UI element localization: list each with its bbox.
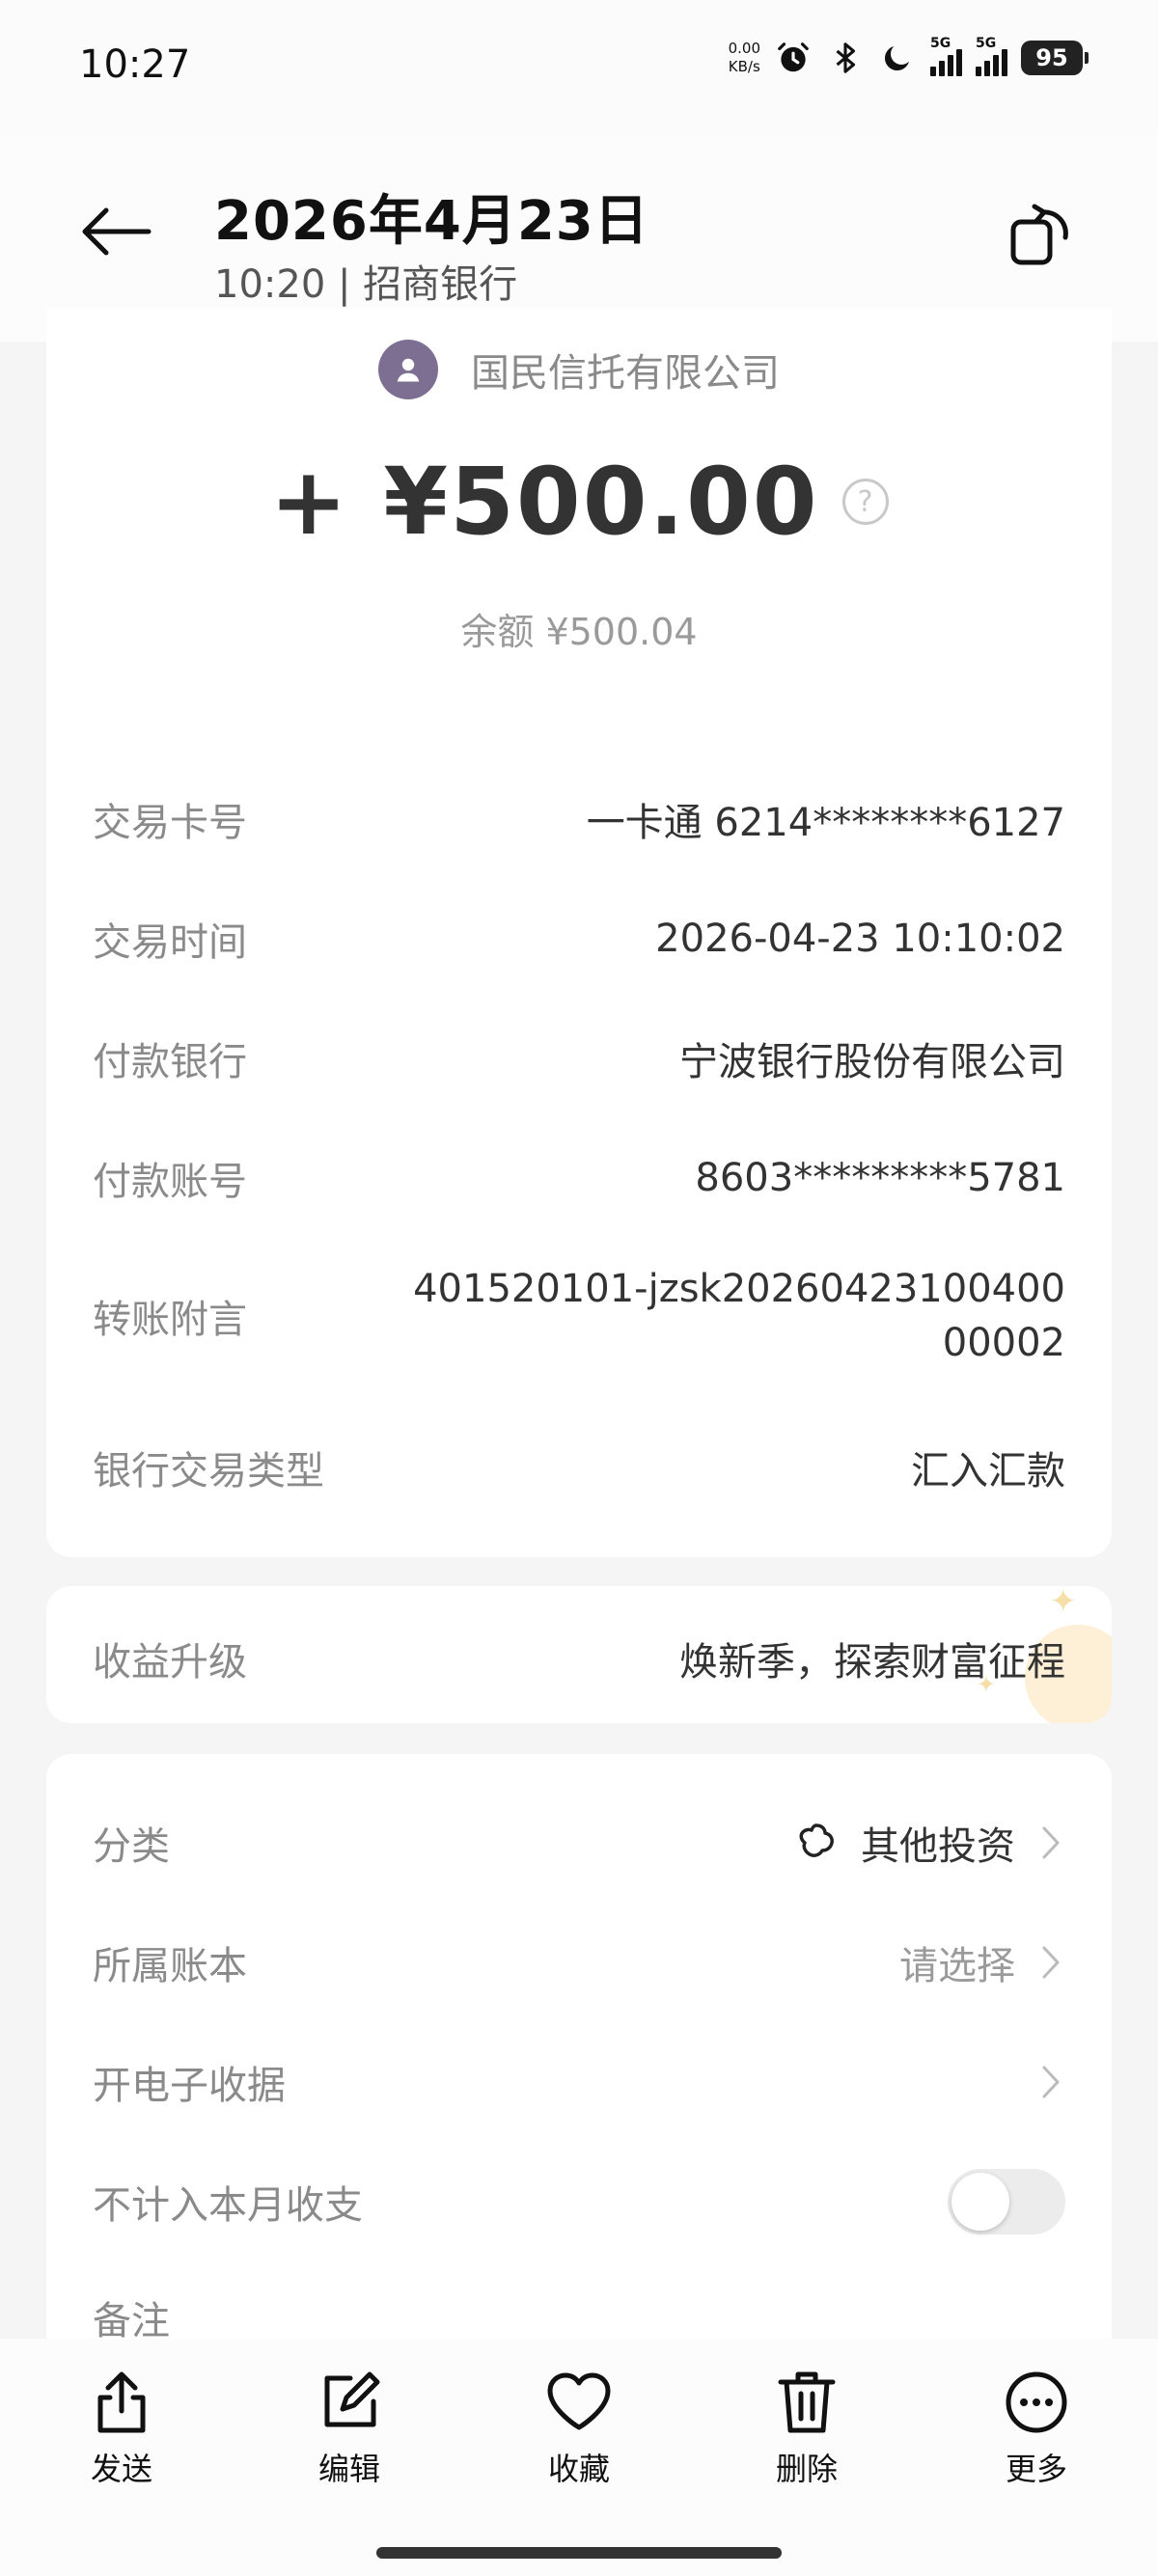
chevron-right-icon	[1036, 1943, 1065, 1982]
chevron-right-icon	[1036, 2063, 1065, 2101]
detail-row-memo: 转账附言 401520101-jzsk2026042310040000002	[93, 1262, 1065, 1370]
send-button[interactable]: 发送	[54, 2368, 189, 2489]
receipt-label: 开电子收据	[93, 2064, 286, 2108]
rotate-share-icon	[1010, 204, 1068, 265]
detail-row-card-number: 交易卡号 一卡通 6214********6127	[93, 791, 1065, 847]
more-icon	[1002, 2368, 1071, 2437]
edit-button[interactable]: 编辑	[282, 2368, 417, 2489]
status-time: 10:27	[79, 42, 191, 87]
status-icons: 0.00 KB/s 5G 5G 95	[729, 36, 1089, 77]
heart-icon	[544, 2368, 614, 2437]
payer: 国民信托有限公司	[46, 340, 1112, 399]
detail-value: 8603*********5781	[695, 1156, 1065, 1200]
screen: 10:27 0.00 KB/s 5G 5G 95 2026年4月23日 10:2…	[0, 0, 1158, 2576]
back-button[interactable]	[79, 193, 156, 270]
page-title: 2026年4月23日	[214, 190, 649, 253]
sparkle-icon: ✦	[1049, 1586, 1078, 1621]
more-label: 更多	[1005, 2451, 1067, 2487]
exclude-row: 不计入本月收支	[93, 2163, 1065, 2240]
receipt-row[interactable]: 开电子收据	[93, 2043, 1065, 2121]
send-label: 发送	[90, 2451, 152, 2487]
delete-label: 删除	[775, 2451, 838, 2487]
promo-card[interactable]: ✦ ✦ 收益升级 焕新季，探索财富征程	[46, 1586, 1112, 1723]
exclude-label: 不计入本月收支	[93, 2183, 363, 2228]
transaction-card: 国民信托有限公司 + ¥500.00 ? 余额 ¥500.04 交易卡号 一卡通…	[46, 309, 1112, 1557]
settings-card: 分类 其他投资 所属账本 请选择 开电子收据 不计入本月收支 备注	[46, 1754, 1112, 2429]
promo-value: 焕新季，探索财富征程	[679, 1640, 1065, 1685]
favorite-label: 收藏	[547, 2451, 610, 2487]
category-row[interactable]: 分类 其他投资	[93, 1804, 1065, 1881]
trash-icon	[772, 2368, 841, 2437]
signal-2-icon: 5G	[976, 36, 1007, 76]
home-indicator[interactable]	[376, 2547, 782, 2559]
status-bar: 10:27 0.00 KB/s 5G 5G 95	[0, 0, 1158, 135]
alarm-icon	[774, 39, 813, 77]
amount: + ¥500.00	[269, 448, 819, 556]
net-speed-value: 0.00	[728, 40, 760, 57]
detail-value: 2026-04-23 10:10:02	[655, 917, 1065, 961]
promo-row: 收益升级 焕新季，探索财富征程	[93, 1631, 1065, 1686]
signal-1-tag: 5G	[930, 36, 951, 51]
note-label: 备注	[93, 2299, 170, 2343]
arrow-left-icon	[82, 207, 152, 256]
edit-label: 编辑	[317, 2451, 380, 2487]
detail-label: 付款银行	[93, 1040, 247, 1084]
payer-name: 国民信托有限公司	[471, 351, 780, 396]
detail-value: 401520101-jzsk2026042310040000002	[413, 1267, 1065, 1365]
detail-row-payer-account: 付款账号 8603*********5781	[93, 1150, 1065, 1206]
user-icon	[397, 358, 420, 382]
promo-label: 收益升级	[93, 1640, 247, 1685]
edit-icon	[315, 2368, 384, 2437]
category-label: 分类	[93, 1824, 170, 1869]
more-button[interactable]: 更多	[969, 2368, 1104, 2489]
chevron-right-icon	[1036, 1823, 1065, 1862]
battery-level: 95	[1035, 44, 1068, 71]
ledger-row[interactable]: 所属账本 请选择	[93, 1924, 1065, 2001]
signal-1-icon: 5G	[930, 36, 962, 76]
ledger-placeholder: 请选择	[899, 1944, 1015, 1988]
favorite-button[interactable]: 收藏	[511, 2368, 647, 2489]
ledger-label: 所属账本	[93, 1944, 247, 1988]
signal-2-tag: 5G	[976, 36, 997, 51]
detail-value: 一卡通 6214********6127	[586, 801, 1065, 845]
detail-row-payer-bank: 付款银行 宁波银行股份有限公司	[93, 1030, 1065, 1086]
net-speed: 0.00 KB/s	[729, 40, 760, 76]
page-subtitle: 10:20 | 招商银行	[214, 262, 518, 307]
detail-row-transaction-type: 银行交易类型 汇入汇款	[93, 1439, 1065, 1495]
detail-label: 付款账号	[93, 1160, 247, 1204]
delete-button[interactable]: 删除	[739, 2368, 874, 2489]
detail-label: 转账附言	[93, 1298, 247, 1342]
share-button[interactable]	[1002, 195, 1079, 272]
detail-row-time: 交易时间 2026-04-23 10:10:02	[93, 911, 1065, 967]
balance: 余额 ¥500.04	[460, 611, 698, 653]
net-speed-unit: KB/s	[728, 58, 760, 75]
battery-icon: 95	[1021, 41, 1089, 75]
detail-value: 汇入汇款	[911, 1449, 1065, 1494]
bottom-action-bar: 发送 编辑 收藏 删除 更多	[0, 2339, 1158, 2576]
investment-category-icon	[799, 1823, 834, 1857]
payer-avatar	[378, 340, 438, 399]
detail-label: 交易时间	[93, 920, 247, 965]
category-value: 其他投资	[861, 1824, 1015, 1869]
exclude-toggle[interactable]	[948, 2169, 1065, 2234]
help-icon[interactable]: ?	[841, 479, 889, 525]
share-upload-icon	[87, 2368, 156, 2437]
detail-label: 银行交易类型	[93, 1449, 324, 1494]
detail-label: 交易卡号	[93, 801, 247, 845]
moon-icon	[878, 39, 917, 77]
detail-value: 宁波银行股份有限公司	[679, 1040, 1065, 1084]
amount-row: + ¥500.00 ?	[46, 448, 1112, 556]
toggle-knob	[951, 2173, 1009, 2231]
bluetooth-icon	[826, 39, 865, 77]
